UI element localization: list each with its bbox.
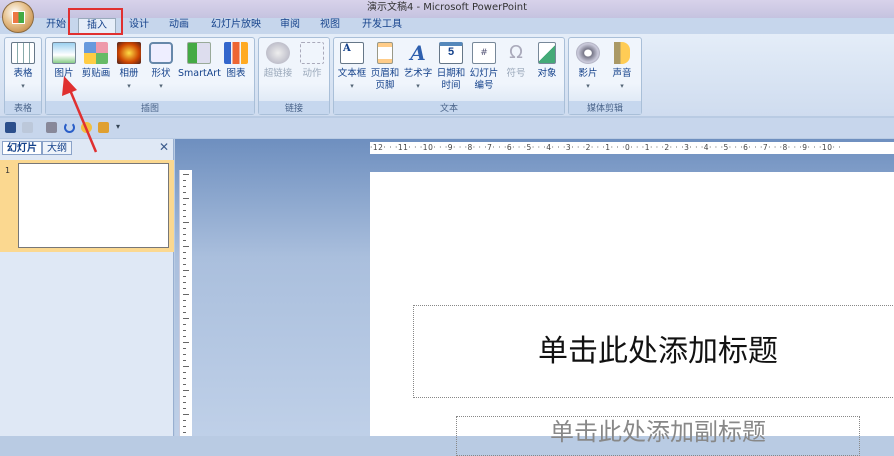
annotation-arrow	[62, 76, 98, 153]
